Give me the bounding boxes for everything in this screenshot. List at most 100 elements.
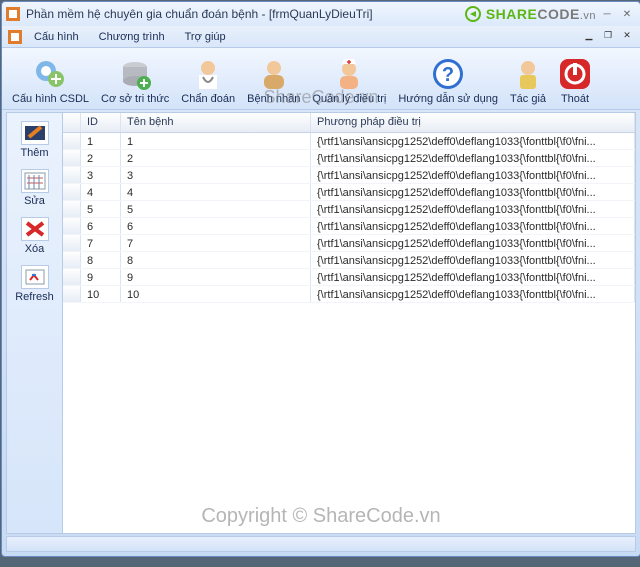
menu-program[interactable]: Chương trình: [89, 28, 175, 46]
cell-method: {\rtf1\ansi\ansicpg1252\deff0\deflang103…: [311, 235, 635, 251]
cell-id: 6: [81, 218, 121, 234]
cell-method: {\rtf1\ansi\ansicpg1252\deff0\deflang103…: [311, 252, 635, 268]
column-header-method[interactable]: Phương pháp điều trị: [311, 113, 635, 132]
cell-id: 1: [81, 133, 121, 149]
app-icon-small: [8, 30, 22, 44]
patient-icon: [257, 57, 291, 91]
gear-db-icon: [34, 57, 68, 91]
table-row[interactable]: 1010{\rtf1\ansi\ansicpg1252\deff0\deflan…: [63, 286, 635, 303]
side-icon: [21, 217, 49, 241]
child-minimize[interactable]: ▁: [580, 28, 598, 42]
toolbar-label: Tác giả: [510, 93, 546, 105]
table-row[interactable]: 22{\rtf1\ansi\ansicpg1252\deff0\deflang1…: [63, 150, 635, 167]
menu-config[interactable]: Cấu hình: [24, 28, 89, 46]
cell-id: 10: [81, 286, 121, 302]
cell-method: {\rtf1\ansi\ansicpg1252\deff0\deflang103…: [311, 133, 635, 149]
toolbar-database-plus[interactable]: Cơ sở tri thức: [95, 55, 175, 107]
table-row[interactable]: 88{\rtf1\ansi\ansicpg1252\deff0\deflang1…: [63, 252, 635, 269]
author-icon: [511, 57, 545, 91]
cell-id: 5: [81, 201, 121, 217]
toolbar-label: Quản lý điều trị: [312, 93, 386, 105]
doctor-icon: [191, 57, 225, 91]
table-row[interactable]: 66{\rtf1\ansi\ansicpg1252\deff0\deflang1…: [63, 218, 635, 235]
row-selector[interactable]: [63, 184, 81, 200]
cell-id: 9: [81, 269, 121, 285]
grid-header: ID Tên bệnh Phương pháp điều trị: [63, 113, 635, 133]
table-row[interactable]: 55{\rtf1\ansi\ansicpg1252\deff0\deflang1…: [63, 201, 635, 218]
menu-help[interactable]: Trợ giúp: [175, 28, 236, 46]
side-sửa[interactable]: Sửa: [9, 165, 60, 213]
toolbar-power[interactable]: Thoát: [552, 55, 598, 107]
minimize-button[interactable]: ─: [598, 7, 616, 21]
child-close[interactable]: ✕: [618, 28, 636, 42]
side-icon: [21, 121, 49, 145]
side-refresh[interactable]: Refresh: [9, 261, 60, 309]
toolbar-label: Chẩn đoán: [181, 93, 235, 105]
row-selector[interactable]: [63, 167, 81, 183]
side-label: Thêm: [20, 147, 48, 159]
side-icon: [21, 265, 49, 289]
help-icon: ?: [431, 57, 465, 91]
row-selector[interactable]: [63, 218, 81, 234]
app-window: Phần mềm hệ chuyên gia chuẩn đoán bệnh -…: [1, 1, 640, 557]
row-selector[interactable]: [63, 269, 81, 285]
toolbar-doctor[interactable]: Chẩn đoán: [175, 55, 241, 107]
cell-name: 5: [121, 201, 311, 217]
column-header-name[interactable]: Tên bệnh: [121, 113, 311, 132]
cell-method: {\rtf1\ansi\ansicpg1252\deff0\deflang103…: [311, 218, 635, 234]
cell-method: {\rtf1\ansi\ansicpg1252\deff0\deflang103…: [311, 184, 635, 200]
toolbar-label: Bệnh nhân: [247, 93, 300, 105]
side-thêm[interactable]: Thêm: [9, 117, 60, 165]
cell-id: 7: [81, 235, 121, 251]
cell-name: 6: [121, 218, 311, 234]
cell-method: {\rtf1\ansi\ansicpg1252\deff0\deflang103…: [311, 269, 635, 285]
toolbar-label: Hướng dẫn sử dụng: [398, 93, 498, 105]
app-icon: [6, 7, 20, 21]
toolbar-author[interactable]: Tác giả: [504, 55, 552, 107]
row-selector[interactable]: [63, 235, 81, 251]
cell-name: 4: [121, 184, 311, 200]
row-selector[interactable]: [63, 286, 81, 302]
cell-name: 10: [121, 286, 311, 302]
main-toolbar: Cấu hình CSDL Cơ sở tri thức Chẩn đoán Bệnh…: [2, 48, 640, 110]
toolbar-patient[interactable]: Bệnh nhân: [241, 55, 306, 107]
cell-id: 8: [81, 252, 121, 268]
cell-name: 1: [121, 133, 311, 149]
row-selector[interactable]: [63, 252, 81, 268]
cell-name: 3: [121, 167, 311, 183]
nurse-icon: [332, 57, 366, 91]
row-selector[interactable]: [63, 201, 81, 217]
content-area: Thêm SửaXóaRefresh ID Tên bệnh Phương phá…: [6, 112, 636, 534]
toolbar-label: Thoát: [561, 93, 589, 105]
cell-name: 2: [121, 150, 311, 166]
titlebar: Phần mềm hệ chuyên gia chuẩn đoán bệnh -…: [2, 2, 640, 26]
child-restore[interactable]: ❐: [599, 28, 617, 42]
database-plus-icon: [118, 57, 152, 91]
row-selector[interactable]: [63, 150, 81, 166]
table-row[interactable]: 99{\rtf1\ansi\ansicpg1252\deff0\deflang1…: [63, 269, 635, 286]
side-xóa[interactable]: Xóa: [9, 213, 60, 261]
table-row[interactable]: 33{\rtf1\ansi\ansicpg1252\deff0\deflang1…: [63, 167, 635, 184]
column-header-id[interactable]: ID: [81, 113, 121, 132]
menubar: Cấu hình Chương trình Trợ giúp ▁ ❐ ✕: [2, 26, 640, 48]
svg-text:?: ?: [442, 64, 454, 86]
table-row[interactable]: 77{\rtf1\ansi\ansicpg1252\deff0\deflang1…: [63, 235, 635, 252]
toolbar-label: Cấu hình CSDL: [12, 93, 89, 105]
toolbar-nurse[interactable]: Quản lý điều trị: [306, 55, 392, 107]
cell-name: 9: [121, 269, 311, 285]
toolbar-help[interactable]: ? Hướng dẫn sử dụng: [392, 55, 504, 107]
side-icon: [21, 169, 49, 193]
cell-id: 4: [81, 184, 121, 200]
table-row[interactable]: 11{\rtf1\ansi\ansicpg1252\deff0\deflang1…: [63, 133, 635, 150]
row-selector[interactable]: [63, 133, 81, 149]
close-button[interactable]: ✕: [618, 7, 636, 21]
cell-method: {\rtf1\ansi\ansicpg1252\deff0\deflang103…: [311, 150, 635, 166]
cell-name: 8: [121, 252, 311, 268]
data-grid[interactable]: ID Tên bệnh Phương pháp điều trị 11{\rtf…: [63, 113, 635, 533]
cell-id: 2: [81, 150, 121, 166]
cell-method: {\rtf1\ansi\ansicpg1252\deff0\deflang103…: [311, 286, 635, 302]
cell-method: {\rtf1\ansi\ansicpg1252\deff0\deflang103…: [311, 201, 635, 217]
table-row[interactable]: 44{\rtf1\ansi\ansicpg1252\deff0\deflang1…: [63, 184, 635, 201]
toolbar-gear-db[interactable]: Cấu hình CSDL: [6, 55, 95, 107]
power-icon: [558, 57, 592, 91]
